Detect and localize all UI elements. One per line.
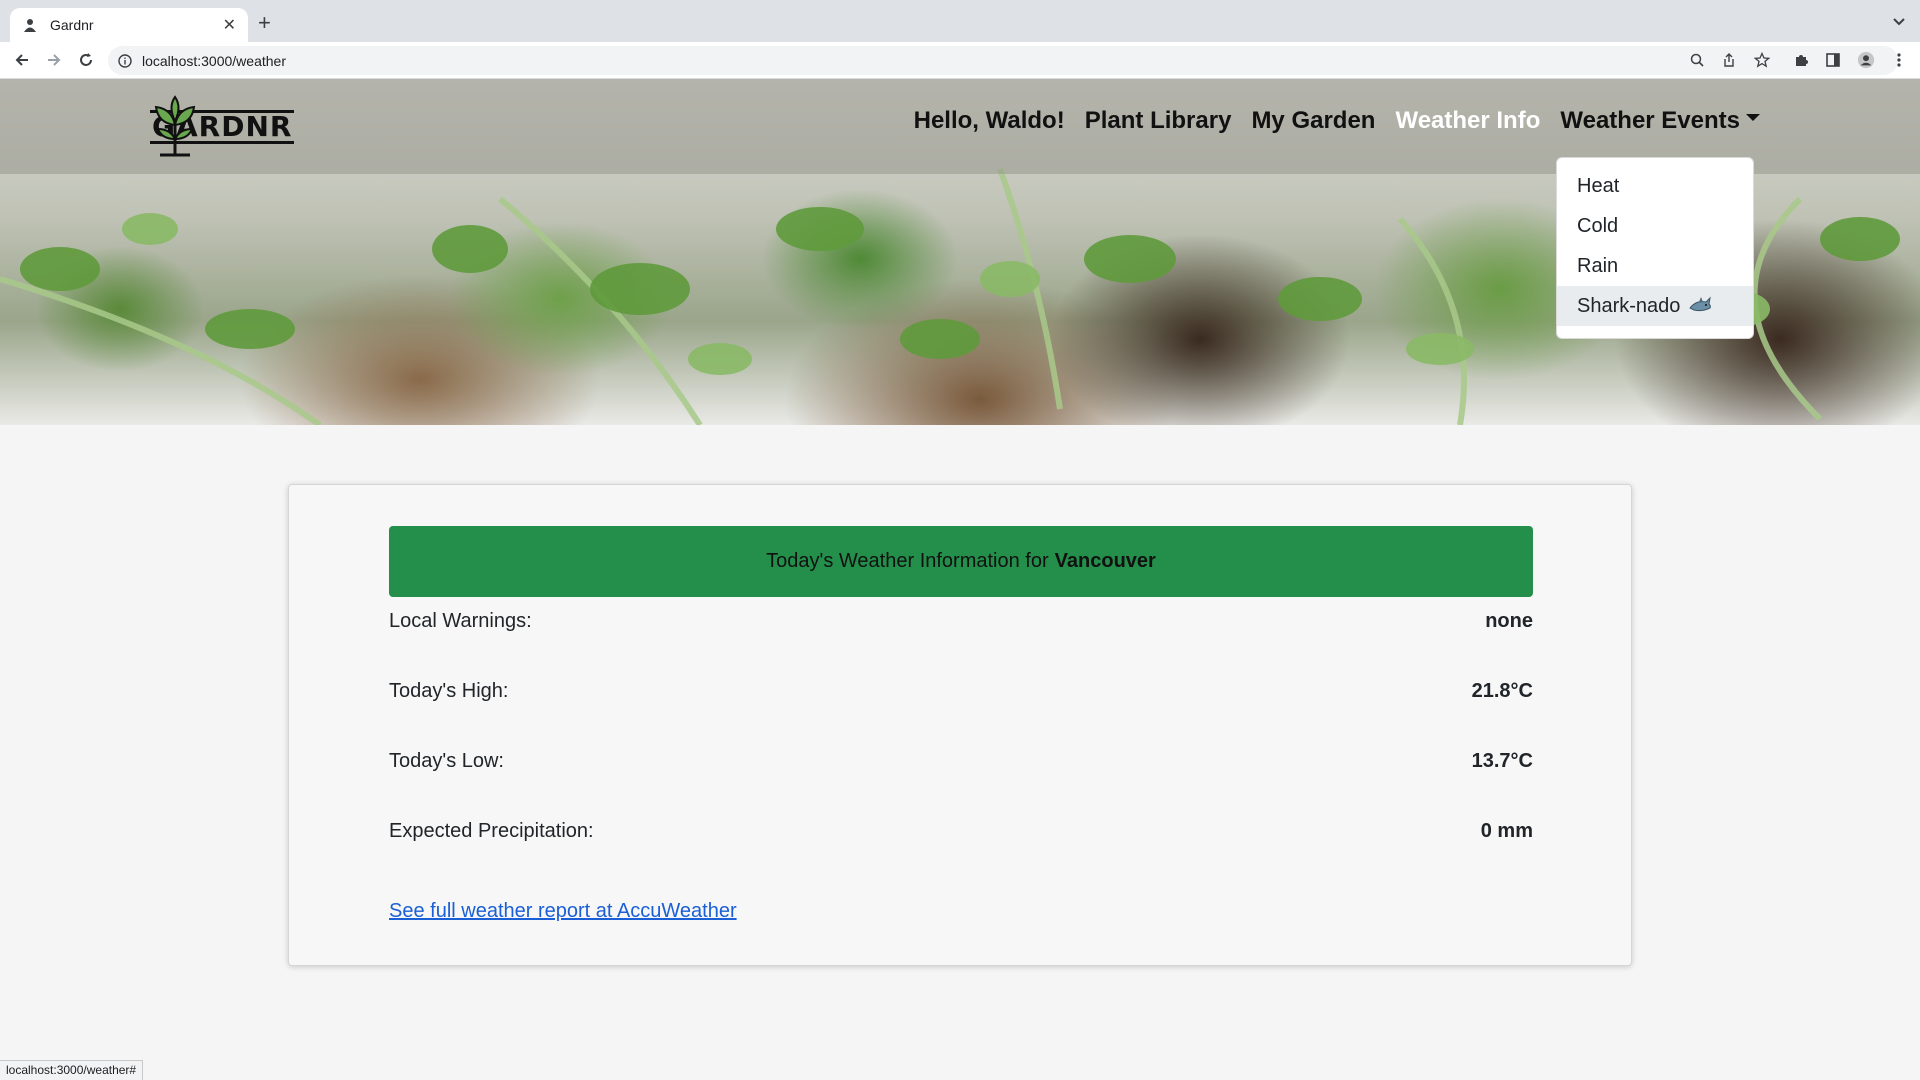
- extensions-puzzle-icon[interactable]: [1792, 51, 1810, 69]
- weather-row-value: 13.7°C: [1471, 750, 1533, 772]
- weather-header-prefix: Today's Weather Information for: [766, 550, 1049, 572]
- nav-links: Hello, Waldo! Plant Library My Garden We…: [914, 107, 1760, 135]
- person-favicon-icon: [22, 17, 38, 33]
- gardnr-logo[interactable]: GARDNR: [150, 95, 320, 159]
- bookmark-star-icon[interactable]: [1753, 51, 1771, 69]
- nav-weather-info[interactable]: Weather Info: [1395, 107, 1540, 135]
- nav-greeting[interactable]: Hello, Waldo!: [914, 107, 1065, 135]
- reload-icon[interactable]: [76, 50, 96, 70]
- new-tab-icon[interactable]: +: [258, 12, 271, 34]
- weather-row-value: none: [1485, 610, 1533, 632]
- url-text: localhost:3000/weather: [142, 52, 286, 69]
- weather-events-dropdown: Heat Cold Rain Shark-nado: [1556, 157, 1754, 339]
- browser-toolbar: localhost:3000/weather: [0, 42, 1920, 79]
- weather-row-high: Today's High: 21.8°C: [389, 680, 1533, 703]
- dropdown-item-label: Rain: [1577, 254, 1619, 277]
- accuweather-link[interactable]: See full weather report at AccuWeather: [389, 900, 737, 923]
- nav-my-garden[interactable]: My Garden: [1251, 107, 1375, 135]
- weather-card: Today's Weather Information for Vancouve…: [288, 484, 1632, 966]
- weather-row-low: Today's Low: 13.7°C: [389, 750, 1533, 773]
- dropdown-item-cold[interactable]: Cold: [1557, 206, 1753, 246]
- back-arrow-icon[interactable]: [12, 50, 32, 70]
- profile-avatar-icon[interactable]: [1857, 51, 1875, 69]
- weather-city: Vancouver: [1054, 550, 1156, 572]
- weather-row-label: Local Warnings:: [389, 610, 532, 632]
- dropdown-item-label: Shark-nado: [1577, 294, 1681, 317]
- weather-row-label: Expected Precipitation:: [389, 820, 594, 842]
- dropdown-item-sharknado[interactable]: Shark-nado: [1557, 286, 1753, 326]
- weather-row-value: 0 mm: [1480, 820, 1533, 842]
- weather-header-banner: Today's Weather Information for Vancouve…: [389, 526, 1533, 597]
- nav-weather-events-label: Weather Events: [1560, 107, 1740, 134]
- address-bar[interactable]: localhost:3000/weather: [108, 46, 1898, 75]
- weather-row-precipitation: Expected Precipitation: 0 mm: [389, 820, 1533, 843]
- tab-search-chevron-icon[interactable]: [1892, 14, 1906, 32]
- forward-arrow-icon[interactable]: [44, 50, 64, 70]
- weather-row-label: Today's High:: [389, 680, 509, 702]
- zoom-icon[interactable]: [1688, 51, 1706, 69]
- share-icon[interactable]: [1720, 51, 1738, 69]
- nav-weather-events-toggle[interactable]: Weather Events: [1560, 107, 1760, 135]
- site-info-icon[interactable]: [118, 53, 132, 68]
- browser-menu-icon[interactable]: [1890, 51, 1908, 69]
- page-content: GARDNR Hello, Waldo! Plant Library My Ga…: [0, 79, 1920, 1080]
- side-panel-icon[interactable]: [1824, 51, 1842, 69]
- weather-row-warnings: Local Warnings: none: [389, 610, 1533, 633]
- dropdown-item-heat[interactable]: Heat: [1557, 166, 1753, 206]
- dropdown-item-label: Cold: [1577, 214, 1619, 237]
- browser-tab[interactable]: Gardnr ✕: [10, 8, 248, 42]
- status-bar-url: localhost:3000/weather#: [0, 1060, 144, 1080]
- tab-title: Gardnr: [50, 17, 94, 33]
- weather-row-value: 21.8°C: [1471, 680, 1533, 702]
- nav-plant-library[interactable]: Plant Library: [1085, 107, 1232, 135]
- browser-tabbar: Gardnr ✕ +: [0, 0, 1920, 42]
- weather-row-label: Today's Low:: [389, 750, 504, 772]
- dropdown-item-rain[interactable]: Rain: [1557, 246, 1753, 286]
- dropdown-item-label: Heat: [1577, 174, 1620, 197]
- close-tab-icon[interactable]: ✕: [223, 15, 236, 35]
- shark-emoji-icon: [1688, 296, 1712, 316]
- caret-down-icon: [1746, 114, 1760, 122]
